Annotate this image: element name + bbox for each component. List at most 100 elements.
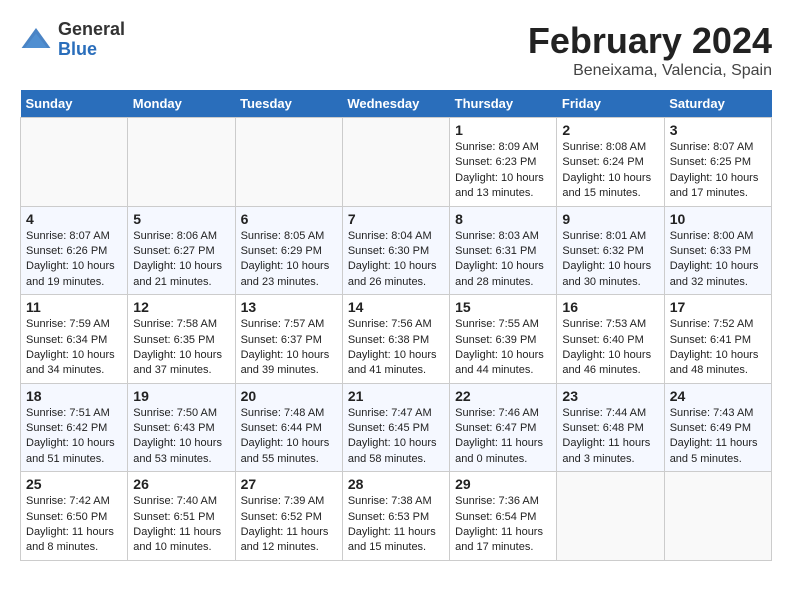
calendar-cell: 9 Sunrise: 8:01 AM Sunset: 6:32 PM Dayli… <box>557 206 664 295</box>
logo: General Blue <box>20 20 125 60</box>
calendar-cell: 17 Sunrise: 7:52 AM Sunset: 6:41 PM Dayl… <box>664 295 771 384</box>
column-header-saturday: Saturday <box>664 90 771 118</box>
calendar-cell: 4 Sunrise: 8:07 AM Sunset: 6:26 PM Dayli… <box>21 206 128 295</box>
day-number: 2 <box>562 122 658 138</box>
logo-general: General <box>58 20 125 40</box>
calendar-cell: 7 Sunrise: 8:04 AM Sunset: 6:30 PM Dayli… <box>342 206 449 295</box>
day-number: 20 <box>241 388 337 404</box>
day-info: Sunrise: 7:59 AM Sunset: 6:34 PM Dayligh… <box>26 317 122 379</box>
day-info: Sunrise: 7:44 AM Sunset: 6:48 PM Dayligh… <box>562 406 658 468</box>
calendar-cell: 11 Sunrise: 7:59 AM Sunset: 6:34 PM Dayl… <box>21 295 128 384</box>
day-number: 7 <box>348 211 444 227</box>
day-number: 21 <box>348 388 444 404</box>
day-number: 16 <box>562 299 658 315</box>
calendar-cell: 27 Sunrise: 7:39 AM Sunset: 6:52 PM Dayl… <box>235 472 342 561</box>
day-info: Sunrise: 8:01 AM Sunset: 6:32 PM Dayligh… <box>562 229 658 291</box>
day-number: 12 <box>133 299 229 315</box>
day-number: 15 <box>455 299 551 315</box>
page-header: General Blue February 2024 Beneixama, Va… <box>20 20 772 80</box>
day-info: Sunrise: 7:36 AM Sunset: 6:54 PM Dayligh… <box>455 494 551 556</box>
calendar-cell: 20 Sunrise: 7:48 AM Sunset: 6:44 PM Dayl… <box>235 383 342 472</box>
calendar-cell: 25 Sunrise: 7:42 AM Sunset: 6:50 PM Dayl… <box>21 472 128 561</box>
month-title: February 2024 <box>528 20 772 62</box>
week-row-4: 18 Sunrise: 7:51 AM Sunset: 6:42 PM Dayl… <box>21 383 772 472</box>
day-number: 24 <box>670 388 766 404</box>
calendar-cell: 28 Sunrise: 7:38 AM Sunset: 6:53 PM Dayl… <box>342 472 449 561</box>
calendar-cell: 8 Sunrise: 8:03 AM Sunset: 6:31 PM Dayli… <box>450 206 557 295</box>
day-info: Sunrise: 8:04 AM Sunset: 6:30 PM Dayligh… <box>348 229 444 291</box>
day-info: Sunrise: 7:53 AM Sunset: 6:40 PM Dayligh… <box>562 317 658 379</box>
day-number: 3 <box>670 122 766 138</box>
calendar-cell: 26 Sunrise: 7:40 AM Sunset: 6:51 PM Dayl… <box>128 472 235 561</box>
logo-icon <box>20 24 52 56</box>
day-number: 8 <box>455 211 551 227</box>
column-header-thursday: Thursday <box>450 90 557 118</box>
day-info: Sunrise: 8:07 AM Sunset: 6:25 PM Dayligh… <box>670 140 766 202</box>
calendar-cell <box>128 118 235 207</box>
calendar-cell: 5 Sunrise: 8:06 AM Sunset: 6:27 PM Dayli… <box>128 206 235 295</box>
week-row-2: 4 Sunrise: 8:07 AM Sunset: 6:26 PM Dayli… <box>21 206 772 295</box>
day-info: Sunrise: 7:42 AM Sunset: 6:50 PM Dayligh… <box>26 494 122 556</box>
day-number: 18 <box>26 388 122 404</box>
calendar-cell: 24 Sunrise: 7:43 AM Sunset: 6:49 PM Dayl… <box>664 383 771 472</box>
day-info: Sunrise: 8:03 AM Sunset: 6:31 PM Dayligh… <box>455 229 551 291</box>
day-number: 29 <box>455 476 551 492</box>
day-number: 13 <box>241 299 337 315</box>
day-info: Sunrise: 8:00 AM Sunset: 6:33 PM Dayligh… <box>670 229 766 291</box>
day-info: Sunrise: 7:52 AM Sunset: 6:41 PM Dayligh… <box>670 317 766 379</box>
day-info: Sunrise: 8:06 AM Sunset: 6:27 PM Dayligh… <box>133 229 229 291</box>
day-info: Sunrise: 7:56 AM Sunset: 6:38 PM Dayligh… <box>348 317 444 379</box>
week-row-5: 25 Sunrise: 7:42 AM Sunset: 6:50 PM Dayl… <box>21 472 772 561</box>
logo-text: General Blue <box>58 20 125 60</box>
day-number: 27 <box>241 476 337 492</box>
day-info: Sunrise: 7:39 AM Sunset: 6:52 PM Dayligh… <box>241 494 337 556</box>
calendar-cell: 14 Sunrise: 7:56 AM Sunset: 6:38 PM Dayl… <box>342 295 449 384</box>
day-info: Sunrise: 8:07 AM Sunset: 6:26 PM Dayligh… <box>26 229 122 291</box>
day-number: 14 <box>348 299 444 315</box>
calendar-cell: 12 Sunrise: 7:58 AM Sunset: 6:35 PM Dayl… <box>128 295 235 384</box>
calendar-cell <box>557 472 664 561</box>
day-info: Sunrise: 8:09 AM Sunset: 6:23 PM Dayligh… <box>455 140 551 202</box>
day-info: Sunrise: 7:40 AM Sunset: 6:51 PM Dayligh… <box>133 494 229 556</box>
day-info: Sunrise: 7:50 AM Sunset: 6:43 PM Dayligh… <box>133 406 229 468</box>
calendar-cell: 22 Sunrise: 7:46 AM Sunset: 6:47 PM Dayl… <box>450 383 557 472</box>
day-info: Sunrise: 7:46 AM Sunset: 6:47 PM Dayligh… <box>455 406 551 468</box>
day-number: 11 <box>26 299 122 315</box>
calendar-cell: 29 Sunrise: 7:36 AM Sunset: 6:54 PM Dayl… <box>450 472 557 561</box>
day-number: 22 <box>455 388 551 404</box>
header-row: SundayMondayTuesdayWednesdayThursdayFrid… <box>21 90 772 118</box>
calendar-cell: 10 Sunrise: 8:00 AM Sunset: 6:33 PM Dayl… <box>664 206 771 295</box>
calendar-cell: 15 Sunrise: 7:55 AM Sunset: 6:39 PM Dayl… <box>450 295 557 384</box>
day-number: 4 <box>26 211 122 227</box>
calendar-cell: 13 Sunrise: 7:57 AM Sunset: 6:37 PM Dayl… <box>235 295 342 384</box>
day-number: 9 <box>562 211 658 227</box>
calendar-cell: 1 Sunrise: 8:09 AM Sunset: 6:23 PM Dayli… <box>450 118 557 207</box>
day-number: 23 <box>562 388 658 404</box>
calendar-cell: 21 Sunrise: 7:47 AM Sunset: 6:45 PM Dayl… <box>342 383 449 472</box>
day-info: Sunrise: 7:57 AM Sunset: 6:37 PM Dayligh… <box>241 317 337 379</box>
day-info: Sunrise: 8:08 AM Sunset: 6:24 PM Dayligh… <box>562 140 658 202</box>
calendar-table: SundayMondayTuesdayWednesdayThursdayFrid… <box>20 90 772 561</box>
day-number: 28 <box>348 476 444 492</box>
column-header-monday: Monday <box>128 90 235 118</box>
calendar-cell: 23 Sunrise: 7:44 AM Sunset: 6:48 PM Dayl… <box>557 383 664 472</box>
day-number: 1 <box>455 122 551 138</box>
calendar-cell: 18 Sunrise: 7:51 AM Sunset: 6:42 PM Dayl… <box>21 383 128 472</box>
calendar-cell <box>21 118 128 207</box>
calendar-cell: 19 Sunrise: 7:50 AM Sunset: 6:43 PM Dayl… <box>128 383 235 472</box>
column-header-sunday: Sunday <box>21 90 128 118</box>
day-number: 5 <box>133 211 229 227</box>
day-info: Sunrise: 8:05 AM Sunset: 6:29 PM Dayligh… <box>241 229 337 291</box>
day-number: 6 <box>241 211 337 227</box>
day-info: Sunrise: 7:51 AM Sunset: 6:42 PM Dayligh… <box>26 406 122 468</box>
title-section: February 2024 Beneixama, Valencia, Spain <box>528 20 772 80</box>
logo-blue: Blue <box>58 40 125 60</box>
day-info: Sunrise: 7:38 AM Sunset: 6:53 PM Dayligh… <box>348 494 444 556</box>
week-row-3: 11 Sunrise: 7:59 AM Sunset: 6:34 PM Dayl… <box>21 295 772 384</box>
calendar-cell: 16 Sunrise: 7:53 AM Sunset: 6:40 PM Dayl… <box>557 295 664 384</box>
calendar-cell <box>664 472 771 561</box>
day-info: Sunrise: 7:55 AM Sunset: 6:39 PM Dayligh… <box>455 317 551 379</box>
day-number: 25 <box>26 476 122 492</box>
calendar-cell: 2 Sunrise: 8:08 AM Sunset: 6:24 PM Dayli… <box>557 118 664 207</box>
day-info: Sunrise: 7:58 AM Sunset: 6:35 PM Dayligh… <box>133 317 229 379</box>
